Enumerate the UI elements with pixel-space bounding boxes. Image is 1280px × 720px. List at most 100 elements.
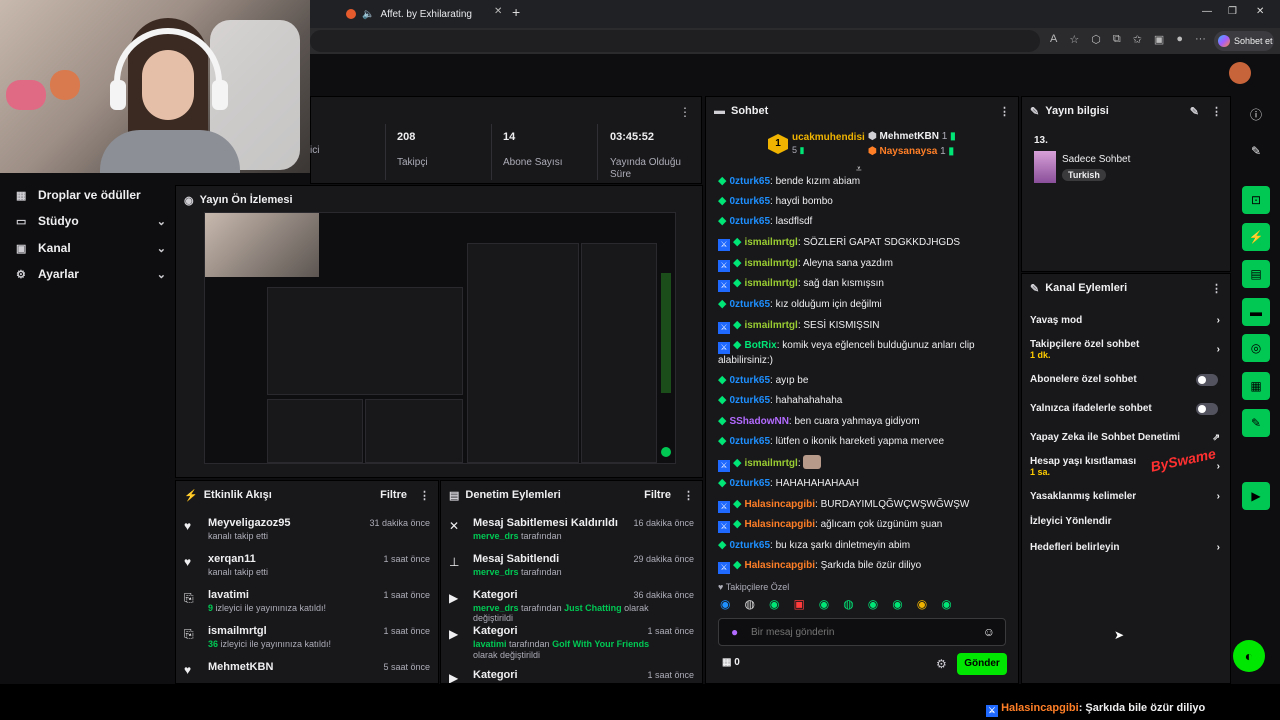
wrench-icon[interactable]: ✎ bbox=[1242, 409, 1270, 437]
document-icon[interactable]: ▤ bbox=[1242, 260, 1270, 288]
chat-username[interactable]: ismailmrtgl bbox=[744, 237, 797, 248]
activity-item[interactable]: ⎘ lavatimi 9 izleyici ile yayınınıza kat… bbox=[184, 589, 430, 623]
mod-action-item[interactable]: ⊥ Mesaj Sabitlendi merve_drs tarafından … bbox=[449, 553, 694, 587]
close-tab-icon[interactable]: ✕ bbox=[494, 6, 502, 17]
chat-message[interactable]: ⚔ ◆ Halasincapgibi: ağlıcam çok üzgünüm şu… bbox=[718, 517, 1008, 533]
more-menu-icon[interactable]: ··· bbox=[1195, 33, 1206, 46]
chat-username[interactable]: 0zturk65 bbox=[729, 176, 770, 187]
emote-icon[interactable]: ◉ bbox=[868, 597, 878, 611]
emoji-picker-icon[interactable]: ☺ bbox=[983, 625, 995, 639]
activity-item[interactable]: ⎘ ismailmrtgl 36 izleyici ile yayınınıza… bbox=[184, 625, 430, 659]
info-icon[interactable]: ⓘ bbox=[1242, 100, 1270, 128]
split-screen-icon[interactable]: ⧉ bbox=[1113, 33, 1121, 46]
mod-action-item[interactable]: ▶ Kategori lavatimi tarafından Golf With… bbox=[449, 625, 694, 660]
subs-only-item[interactable]: Abonelere özel sohbet bbox=[1030, 374, 1226, 386]
clip-icon[interactable]: ⊡ bbox=[1242, 186, 1270, 214]
stream-tag[interactable]: Turkish bbox=[1062, 169, 1106, 181]
chat-message[interactable]: ◆ 0zturk65: bende kızım abiam bbox=[718, 174, 1008, 189]
preview-video[interactable] bbox=[204, 212, 676, 464]
nav-studio[interactable]: ▭ Stüdyo ⌄ bbox=[16, 211, 166, 231]
emote-icon[interactable]: ◉ bbox=[819, 597, 829, 611]
chat-message[interactable]: ◆ SShadowNN: ben cuara yahmaya gidiyom bbox=[718, 414, 1008, 429]
chat-message[interactable]: ◆ 0zturk65: bu kıza şarkı dinletmeyin abi… bbox=[718, 538, 1008, 553]
emote-icon[interactable]: ▣ bbox=[793, 597, 804, 611]
followers-only-item[interactable]: Takipçilere özel sohbet 1 dk. › bbox=[1030, 339, 1226, 360]
chat-username[interactable]: Halasincapgibi bbox=[744, 499, 815, 510]
minimize-icon[interactable]: — bbox=[1202, 6, 1212, 17]
emote-icon[interactable]: ◍ bbox=[843, 597, 853, 611]
nav-settings[interactable]: ⚙ Ayarlar ⌄ bbox=[16, 264, 166, 284]
nav-drops-rewards[interactable]: ▦ Droplar ve ödüller bbox=[16, 185, 166, 205]
more-options-icon[interactable]: ⋮ bbox=[419, 489, 430, 502]
activity-item[interactable]: ♥ xerqan11 kanalı takip etti 1 saat önce bbox=[184, 553, 430, 587]
pencil-icon[interactable]: ✎ bbox=[1242, 137, 1270, 165]
address-bar[interactable] bbox=[310, 30, 1040, 52]
chat-message[interactable]: ◆ 0zturk65: hahahahahaha bbox=[718, 393, 1008, 408]
chat-message[interactable]: ◆ 0zturk65: ayıp be bbox=[718, 373, 1008, 388]
emote-icon[interactable]: ◉ bbox=[720, 597, 730, 611]
read-aloud-icon[interactable]: A bbox=[1050, 33, 1057, 46]
edit-icon[interactable]: ✎ bbox=[1190, 105, 1199, 118]
new-tab-button[interactable]: + bbox=[512, 4, 520, 20]
chat-username[interactable]: ismailmrtgl bbox=[744, 458, 797, 469]
chat-message[interactable]: ◆ 0zturk65: lasdflsdf bbox=[718, 214, 1008, 229]
favorite-star-icon[interactable]: ☆ bbox=[1069, 33, 1079, 46]
more-options-icon[interactable]: ⋮ bbox=[679, 105, 691, 119]
copilot-button[interactable]: Sohbet et bbox=[1214, 31, 1274, 51]
subs-only-toggle[interactable] bbox=[1196, 374, 1218, 386]
emote-icon[interactable]: ◉ bbox=[917, 597, 927, 611]
chat-username[interactable]: ismailmrtgl bbox=[744, 278, 797, 289]
host-channel-item[interactable]: İzleyici Yönlendir bbox=[1030, 516, 1226, 527]
chat-message[interactable]: ⚔ ◆ ismailmrtgl: bbox=[718, 455, 1008, 472]
chat-username[interactable]: 0zturk65 bbox=[729, 375, 770, 386]
ai-moderation-item[interactable]: Yapay Zeka ile Sohbet Denetimi ⇗ bbox=[1030, 432, 1226, 443]
mod-action-item[interactable]: ▶ Kategori merve_drs tarafından Just Cha… bbox=[449, 589, 694, 623]
extensions-icon[interactable]: ⬡ bbox=[1091, 33, 1101, 46]
mod-action-item[interactable]: ▶ Kategori 1 saat önce bbox=[449, 669, 694, 683]
emote-only-toggle[interactable] bbox=[1196, 403, 1218, 415]
mod-action-item[interactable]: ✕ Mesaj Sabitlemesi Kaldırıldı merve_drs… bbox=[449, 517, 694, 551]
category-thumbnail[interactable] bbox=[1034, 151, 1056, 183]
chat-message[interactable]: ⚔ ◆ ismailmrtgl: SESİ KISMIŞSIN bbox=[718, 318, 1008, 334]
more-options-icon[interactable]: ⋮ bbox=[1211, 105, 1222, 118]
bolt-icon[interactable]: ⚡ bbox=[1242, 223, 1270, 251]
chat-username[interactable]: 0zturk65 bbox=[729, 299, 770, 310]
emote-icon[interactable]: ◍ bbox=[744, 597, 754, 611]
chat-username[interactable]: Halasincapgibi bbox=[744, 519, 815, 530]
maximize-icon[interactable]: ❐ bbox=[1228, 6, 1237, 17]
chat-username[interactable]: Halasincapgibi bbox=[744, 560, 815, 571]
chat-message[interactable]: ⚔ ◆ Halasincapgibi: BURDAYIMLQĞWÇWŞWĞWŞW bbox=[718, 497, 1008, 513]
emote-icon[interactable]: ◉ bbox=[941, 597, 951, 611]
microphone-icon[interactable]: ● bbox=[731, 625, 738, 639]
broadcast-icon[interactable]: ◎ bbox=[1242, 334, 1270, 362]
activity-item[interactable]: ♥ Meyveligazoz95 kanalı takip etti 31 da… bbox=[184, 517, 430, 551]
chat-username[interactable]: 0zturk65 bbox=[729, 540, 770, 551]
chat-icon[interactable]: ▬ bbox=[1242, 298, 1270, 326]
chat-message[interactable]: ⚔ ◆ Halasincapgibi: Şarkıda bile özür dili… bbox=[718, 558, 1008, 574]
speaker-icon[interactable]: 🔈 bbox=[362, 9, 374, 20]
nav-channel[interactable]: ▣ Kanal ⌄ bbox=[16, 238, 166, 258]
banned-words-item[interactable]: Yasaklanmış kelimeler › bbox=[1030, 491, 1226, 502]
chat-username[interactable]: BotRix bbox=[744, 340, 776, 351]
chat-username[interactable]: ismailmrtgl bbox=[744, 258, 797, 269]
more-options-icon[interactable]: ⋮ bbox=[999, 105, 1010, 118]
chat-message[interactable]: ◆ 0zturk65: lütfen o ikonik hareketi yapm… bbox=[718, 434, 1008, 449]
stream-category[interactable]: Sadece Sohbet bbox=[1062, 154, 1130, 165]
slow-mode-item[interactable]: Yavaş mod › bbox=[1030, 315, 1226, 326]
channel-points[interactable]: ▦ 0 bbox=[722, 657, 740, 668]
chat-message[interactable]: ⚔ ◆ ismailmrtgl: Aleyna sana yazdım bbox=[718, 256, 1008, 272]
clapper-icon[interactable]: ▶ bbox=[1242, 482, 1270, 510]
more-options-icon[interactable]: ⋮ bbox=[683, 489, 694, 502]
browser-tab[interactable]: 🔈 Affet. by ExhilaratingMegaphone bbox=[346, 4, 486, 24]
chat-username[interactable]: SShadowNN bbox=[729, 416, 788, 427]
leaderboard-user[interactable]: ⬢ MehmetKBN 1 ▮ bbox=[868, 131, 956, 142]
chat-message[interactable]: ◆ 0zturk65: kız olduğum için değilmi bbox=[718, 297, 1008, 312]
activity-filter-button[interactable]: Filtre bbox=[380, 489, 407, 501]
chat-username[interactable]: ismailmrtgl bbox=[744, 320, 797, 331]
send-button[interactable]: Gönder bbox=[957, 653, 1007, 675]
chat-username[interactable]: 0zturk65 bbox=[729, 395, 770, 406]
chat-message[interactable]: ◆ 0zturk65: HAHAHAHAHAAH bbox=[718, 476, 1008, 491]
chat-username[interactable]: 0zturk65 bbox=[729, 216, 770, 227]
set-goals-item[interactable]: Hedefleri belirleyin › bbox=[1030, 542, 1226, 553]
emote-icon[interactable]: ◉ bbox=[892, 597, 902, 611]
